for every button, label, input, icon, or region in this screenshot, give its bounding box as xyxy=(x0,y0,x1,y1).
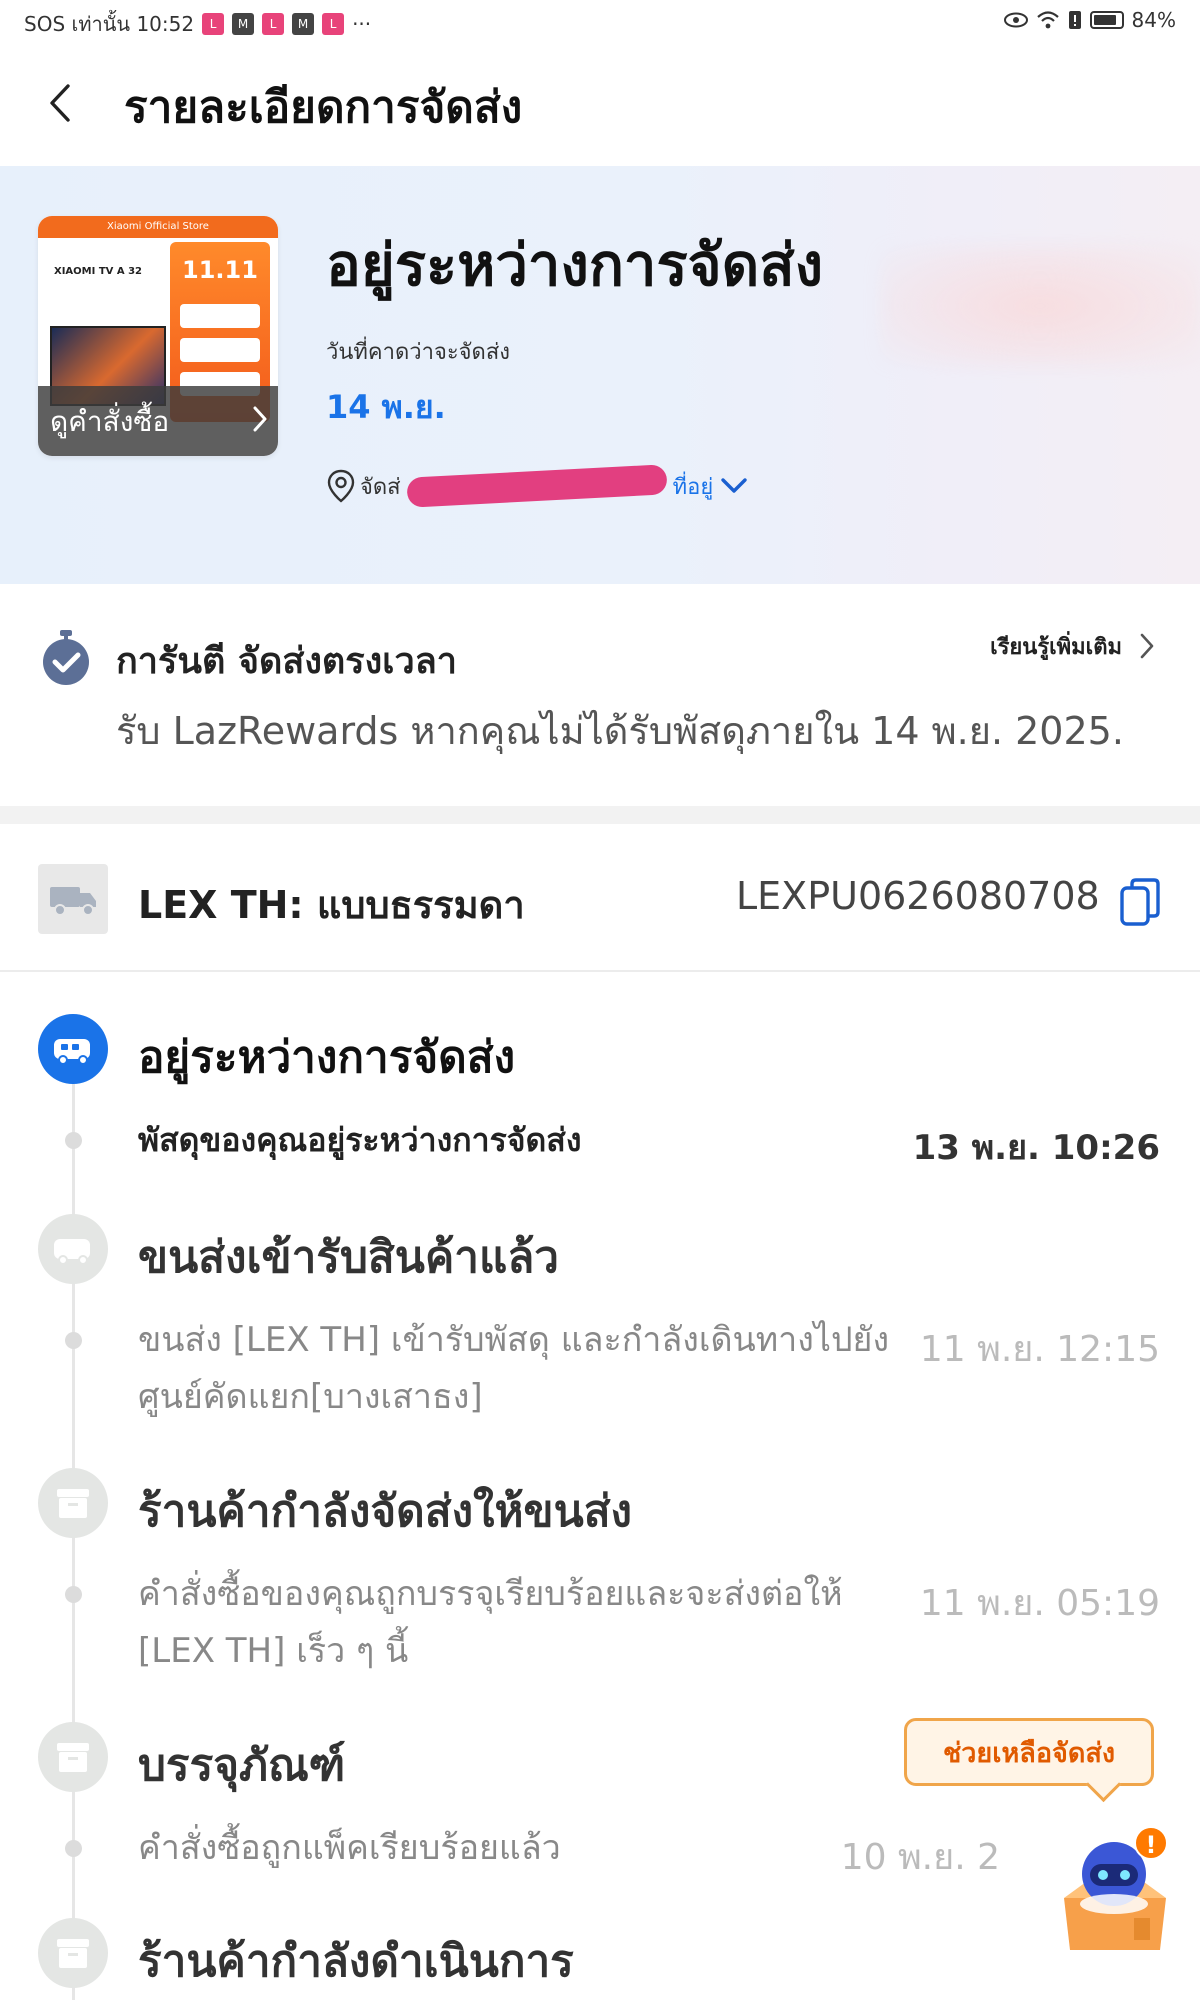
guarantee-title: การันตี จัดส่งตรงเวลา xyxy=(116,641,457,682)
timeline-step-description: ขนส่ง [LEX TH] เข้ารับพัสดุ และกำลังเดิน… xyxy=(138,1320,890,1417)
timeline-step-title: ขนส่งเข้ารับสินค้าแล้ว xyxy=(138,1232,559,1283)
mail-icon: M xyxy=(232,13,255,35)
lazada-icon: L xyxy=(262,13,285,35)
location-pin-icon xyxy=(327,469,355,503)
eta-date: 14 พ.ย. xyxy=(326,388,446,426)
battery-icon xyxy=(1089,11,1124,29)
carrier-info: LEX TH: แบบธรรมดา LEXPU0626080708 xyxy=(0,824,1200,972)
timeline-step-description: คำสั่งซื้อถูกแพ็คเรียบร้อยแล้ว xyxy=(138,1828,561,1868)
address-redaction xyxy=(406,464,668,508)
promo-card xyxy=(180,338,260,362)
status-bar-right: 84% xyxy=(1003,8,1176,32)
truck-icon xyxy=(50,887,96,916)
truck-icon xyxy=(54,1039,90,1065)
timeline-step-title: ร้านค้ากำลังดำเนินการ xyxy=(138,1936,574,1987)
timeline-dot xyxy=(65,1586,82,1603)
app-header: รายละเอียดการจัดส่ง xyxy=(0,50,1200,160)
timeline-step-time: 11 พ.ย. 05:19 xyxy=(919,1583,1160,1624)
promo-card xyxy=(180,304,260,328)
status-time: SOS เท่านั้น 10:52 xyxy=(24,12,195,36)
copy-icon[interactable] xyxy=(1118,876,1162,928)
chevron-right-icon xyxy=(253,406,267,432)
address-link: ที่อยู่ xyxy=(672,474,714,500)
truck-icon xyxy=(54,1239,90,1265)
learn-more-label: เรียนรู้เพิ่มเติม xyxy=(990,634,1122,660)
carrier-logo xyxy=(38,864,108,934)
timeline-step-icon-handover xyxy=(38,1468,108,1538)
status-bar: SOS เท่านั้น 10:52 L M L M L ··· 84% xyxy=(0,0,1200,42)
on-time-guarantee: การันตี จัดส่งตรงเวลา เรียนรู้เพิ่มเติม … xyxy=(0,584,1200,806)
product-brand: XIAOMI TV A 32 xyxy=(54,266,143,277)
tracking-number: LEXPU0626080708 xyxy=(736,874,1100,918)
lazada-icon: L xyxy=(202,13,225,35)
timeline-dot xyxy=(65,1332,82,1349)
mail-icon: M xyxy=(292,13,315,35)
delivery-status-hero: Xiaomi Official Store XIAOMI TV A 32 11.… xyxy=(0,166,1200,584)
box-icon xyxy=(57,1939,89,1968)
view-order-label: ดูคำสั่งซื้อ xyxy=(50,405,170,438)
timeline-step-title: อยู่ระหว่างการจัดส่ง xyxy=(138,1032,516,1083)
eye-icon xyxy=(1003,12,1028,28)
promo-label: 11.11 xyxy=(182,256,258,284)
delivery-help-button[interactable]: ช่วยเหลือจัดส่ง xyxy=(904,1718,1154,1786)
status-bar-left: SOS เท่านั้น 10:52 L M L M L ··· xyxy=(24,8,371,40)
timeline-step-icon-packed xyxy=(38,1722,108,1792)
box-icon xyxy=(57,1489,89,1518)
sim-alert-icon xyxy=(1068,11,1081,29)
carrier-name: LEX TH: แบบธรรมดา xyxy=(138,883,525,927)
box-icon xyxy=(57,1743,89,1772)
timeline-step-description: พัสดุของคุณอยู่ระหว่างการจัดส่ง xyxy=(138,1121,582,1159)
timeline-step-title: ร้านค้ากำลังจัดส่งให้ขนส่ง xyxy=(138,1486,633,1537)
timeline-step-time: 10 พ.ย. 2 xyxy=(840,1837,1000,1878)
timeline-dot xyxy=(65,1840,82,1857)
delivery-help-label: ช่วยเหลือจัดส่ง xyxy=(942,1737,1116,1769)
timeline-step-time: 13 พ.ย. 10:26 xyxy=(912,1128,1160,1168)
eta-label: วันที่คาดว่าจะจัดส่ง xyxy=(326,340,511,365)
delivery-status-title: อยู่ระหว่างการจัดส่ง xyxy=(326,231,824,299)
section-divider xyxy=(0,806,1200,824)
more-notifications-icon: ··· xyxy=(352,12,372,36)
timeline-step-icon-processing xyxy=(38,1918,108,1988)
learn-more-link[interactable]: เรียนรู้เพิ่มเติม xyxy=(990,624,1156,668)
timeline-dot xyxy=(65,1132,82,1149)
guarantee-description: รับ LazRewards หากคุณไม่ได้รับพัสดุภายใน… xyxy=(116,709,1124,753)
alert-badge: ! xyxy=(1134,1826,1168,1860)
timeline-step-time: 11 พ.ย. 12:15 xyxy=(919,1329,1160,1370)
delivery-address-toggle[interactable]: จัดส่ ที่อยู่ xyxy=(326,464,749,508)
battery-level: 84% xyxy=(1131,8,1176,32)
store-banner: Xiaomi Official Store xyxy=(38,216,278,238)
timeline-step-title: บรรจุภัณฑ์ xyxy=(138,1740,346,1791)
timeline-step-icon-in-transit xyxy=(38,1014,108,1084)
page-title: รายละเอียดการจัดส่ง xyxy=(124,82,523,133)
wifi-icon xyxy=(1036,11,1059,29)
chevron-right-icon xyxy=(1140,633,1154,659)
chat-assistant-button[interactable]: ! xyxy=(1056,1826,1174,1956)
tracking-timeline: อยู่ระหว่างการจัดส่ง พัสดุของคุณอยู่ระหว… xyxy=(0,972,1200,2000)
chevron-down-icon xyxy=(721,478,747,493)
lazada-icon: L xyxy=(322,13,345,35)
product-thumbnail[interactable]: Xiaomi Official Store XIAOMI TV A 32 11.… xyxy=(38,216,278,456)
address-prefix: จัดส่ xyxy=(360,474,401,500)
chevron-left-icon xyxy=(50,84,70,122)
view-order-button[interactable]: ดูคำสั่งซื้อ xyxy=(38,386,278,456)
decorative-glow xyxy=(880,246,1200,366)
back-button[interactable] xyxy=(40,80,80,126)
timeline-step-icon-picked-up xyxy=(38,1214,108,1284)
timeline-step-description: คำสั่งซื้อของคุณถูกบรรจุเรียบร้อยและจะส่… xyxy=(138,1574,843,1671)
stopwatch-check-icon xyxy=(43,630,89,685)
